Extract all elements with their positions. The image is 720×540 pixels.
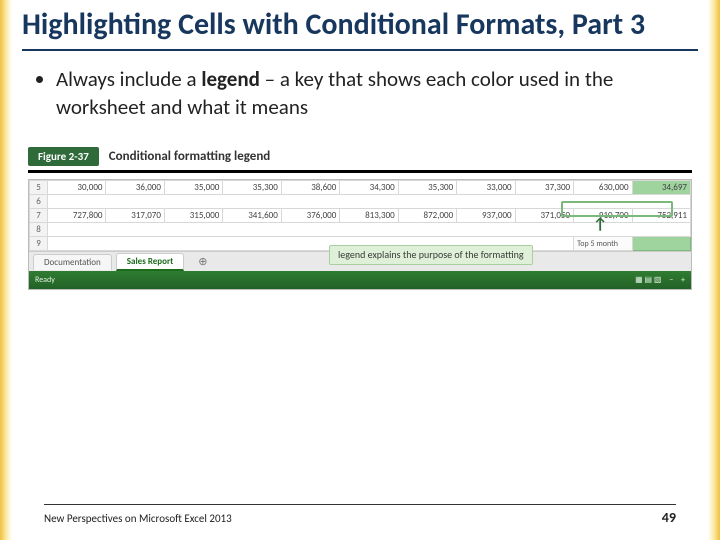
- cell: 35,000: [164, 181, 222, 195]
- slide-body: Highlighting Cells with Conditional Form…: [22, 0, 698, 540]
- figure-caption-row: Figure 2-37 Conditional formatting legen…: [28, 145, 692, 167]
- tab-documentation[interactable]: Documentation: [33, 254, 112, 270]
- worksheet-grid: 5 30,000 36,000 35,000 35,300 38,600 34,…: [29, 180, 691, 251]
- cell: 36,000: [106, 181, 164, 195]
- table-row: 6: [30, 195, 691, 209]
- page-number: 49: [662, 509, 676, 526]
- row-header: 5: [30, 181, 48, 195]
- cell: 872,000: [398, 209, 456, 223]
- row-header: 6: [30, 195, 48, 209]
- cell: 630,000: [574, 181, 632, 195]
- status-right: ▦ ▤ ▧ − +: [629, 275, 685, 285]
- excel-screenshot: 5 30,000 36,000 35,000 35,300 38,600 34,…: [28, 179, 692, 290]
- bullet-list: Always include a legend – a key that sho…: [22, 51, 698, 122]
- row-header: 9: [30, 237, 48, 251]
- footer-text: New Perspectives on Microsoft Excel 2013: [44, 512, 232, 525]
- figure-divider: [28, 170, 692, 173]
- table-row: 7 727,800 317,070 315,000 341,600 376,00…: [30, 209, 691, 223]
- figure-tag: Figure 2-37: [28, 147, 99, 166]
- cell: 33,000: [457, 181, 515, 195]
- slide-edge-right: [708, 0, 720, 540]
- cell: 315,000: [164, 209, 222, 223]
- cell: 37,300: [515, 181, 573, 195]
- tab-sales-report[interactable]: Sales Report: [116, 253, 185, 271]
- cell: 937,000: [457, 209, 515, 223]
- bullet-item: Always include a legend – a key that sho…: [56, 65, 688, 122]
- cell: 813,300: [340, 209, 398, 223]
- figure: Figure 2-37 Conditional formatting legen…: [28, 145, 692, 290]
- cell: 35,300: [398, 181, 456, 195]
- zoom-in-icon[interactable]: +: [681, 275, 685, 285]
- legend-text: Top 5 month: [574, 237, 632, 251]
- cell: 30,000: [48, 181, 106, 195]
- cell: 35,300: [223, 181, 281, 195]
- slide-edge-left: [0, 0, 12, 540]
- status-ready: Ready: [35, 275, 55, 285]
- figure-caption: Conditional formatting legend: [109, 149, 271, 164]
- cell: 376,000: [281, 209, 339, 223]
- callout-box: legend explains the purpose of the forma…: [329, 245, 533, 265]
- cell: 34,300: [340, 181, 398, 195]
- legend-swatch: [632, 237, 690, 251]
- zoom-out-icon[interactable]: −: [669, 275, 673, 285]
- row-header: 7: [30, 209, 48, 223]
- cell: 371,050: [515, 209, 573, 223]
- table-row: 8: [30, 223, 691, 237]
- cell: 317,070: [106, 209, 164, 223]
- cell: 752,911: [632, 209, 690, 223]
- bullet-text-pre: Always include a: [56, 66, 201, 92]
- row-header: 8: [30, 223, 48, 237]
- view-icons[interactable]: ▦ ▤ ▧: [635, 275, 661, 285]
- table-row: 5 30,000 36,000 35,000 35,300 38,600 34,…: [30, 181, 691, 195]
- status-bar: Ready ▦ ▤ ▧ − +: [29, 271, 691, 289]
- cell: 341,600: [223, 209, 281, 223]
- tab-add[interactable]: ⊕: [188, 253, 217, 270]
- bullet-text-bold: legend: [201, 66, 260, 92]
- cell-empty: [48, 195, 691, 209]
- slide-footer: New Perspectives on Microsoft Excel 2013…: [44, 504, 676, 526]
- cell: 727,800: [48, 209, 106, 223]
- arrow-icon: ↑: [593, 215, 607, 234]
- cell: 38,600: [281, 181, 339, 195]
- cell-highlighted: 34,697: [632, 181, 690, 195]
- slide-title: Highlighting Cells with Conditional Form…: [22, 0, 698, 47]
